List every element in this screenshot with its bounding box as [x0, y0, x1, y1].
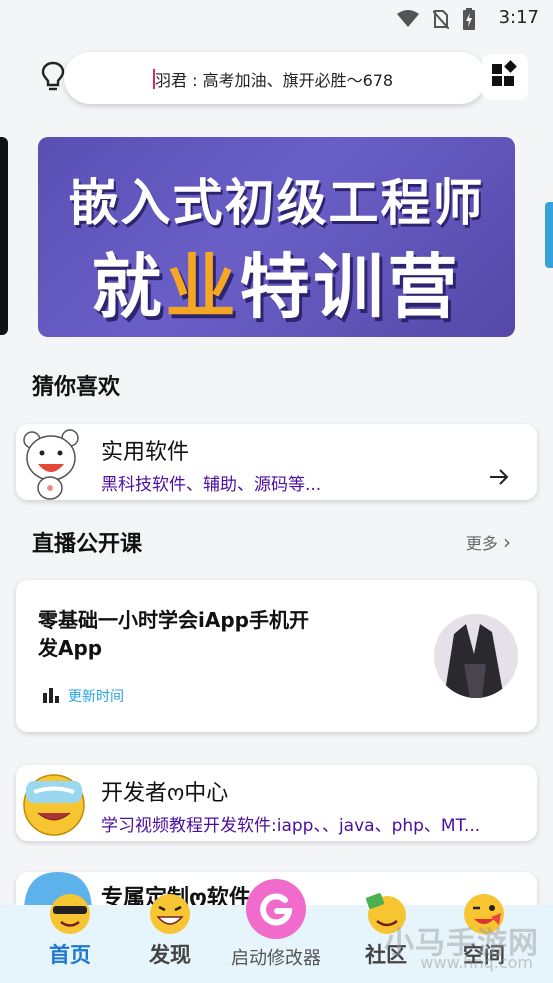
card-developer-title: 开发者ო中心: [101, 781, 229, 806]
nav-label-launch: 启动修改器: [231, 948, 321, 969]
search-text[interactable]: 羽君 : 高考加油、旗开必胜～678: [155, 67, 393, 91]
card-software-subtitle: 黑科技软件、辅助、源码等...: [101, 475, 322, 495]
left-edge-handle[interactable]: [0, 137, 8, 335]
card-developer-subtitle: 学习视频教程开发软件:iapp、、java、php、MT...: [101, 816, 481, 836]
arrow-right-icon[interactable]: [488, 468, 510, 486]
cool-emoji-icon: [50, 894, 90, 934]
wifi-icon: [397, 10, 419, 27]
more-link[interactable]: 更多 ›: [466, 530, 511, 554]
chevron-right-icon: ›: [503, 530, 511, 554]
course-thumbnail: [434, 614, 518, 698]
banner-text-b: 特训营: [239, 246, 462, 328]
course-title: 零基础一小时学会iApp手机开发App: [38, 608, 309, 660]
promo-banner[interactable]: 嵌入式初级工程师 就业特训营: [38, 137, 515, 337]
status-bar: 3:17: [0, 0, 553, 38]
nav-launch-modifier[interactable]: 启动修改器: [226, 878, 326, 970]
course-card[interactable]: 零基础一小时学会iApp手机开发App 更新时间: [16, 580, 537, 732]
section-title-like: 猜你喜欢: [32, 375, 121, 400]
right-edge-tab[interactable]: [545, 202, 553, 268]
status-time: 3:17: [498, 7, 539, 28]
nav-discover[interactable]: 发现: [140, 891, 200, 969]
emoji-mascot-icon: [23, 774, 85, 836]
banner-text-highlight: 业: [165, 246, 240, 328]
section-title-live: 直播公开课: [32, 532, 143, 557]
nav-home[interactable]: 首页: [40, 891, 100, 969]
banner-text-a: 就: [91, 246, 166, 328]
banner-line-2: 就业特训营: [38, 231, 515, 332]
card-software[interactable]: 实用软件 黑科技软件、辅助、源码等...: [16, 424, 537, 500]
no-sim-icon: [433, 10, 449, 29]
g-logo-icon: [246, 879, 306, 939]
apps-grid-button[interactable]: [482, 54, 528, 100]
card-software-title: 实用软件: [101, 440, 190, 465]
bar-chart-icon: [43, 688, 59, 703]
grid-icon: [492, 60, 517, 86]
bear-mascot-icon: [23, 429, 79, 500]
grin-emoji-icon: [150, 894, 190, 934]
top-search-row: 羽君 : 高考加油、旗开必胜～678: [0, 46, 553, 110]
card-developer[interactable]: 开发者ო中心 学习视频教程开发软件:iapp、、java、php、MT...: [16, 765, 537, 841]
search-bar[interactable]: 羽君 : 高考加油、旗开必胜～678: [64, 52, 486, 104]
update-time-label: 更新时间: [68, 689, 124, 705]
status-icons: [397, 8, 475, 30]
nav-label-discover: 发现: [149, 943, 191, 967]
banner-line-1: 嵌入式初级工程师: [68, 174, 485, 232]
more-label: 更多: [465, 534, 498, 553]
nav-label-home: 首页: [49, 943, 91, 967]
battery-charging-icon: [463, 8, 475, 30]
watermark-url: www.hnq.com: [420, 953, 533, 972]
